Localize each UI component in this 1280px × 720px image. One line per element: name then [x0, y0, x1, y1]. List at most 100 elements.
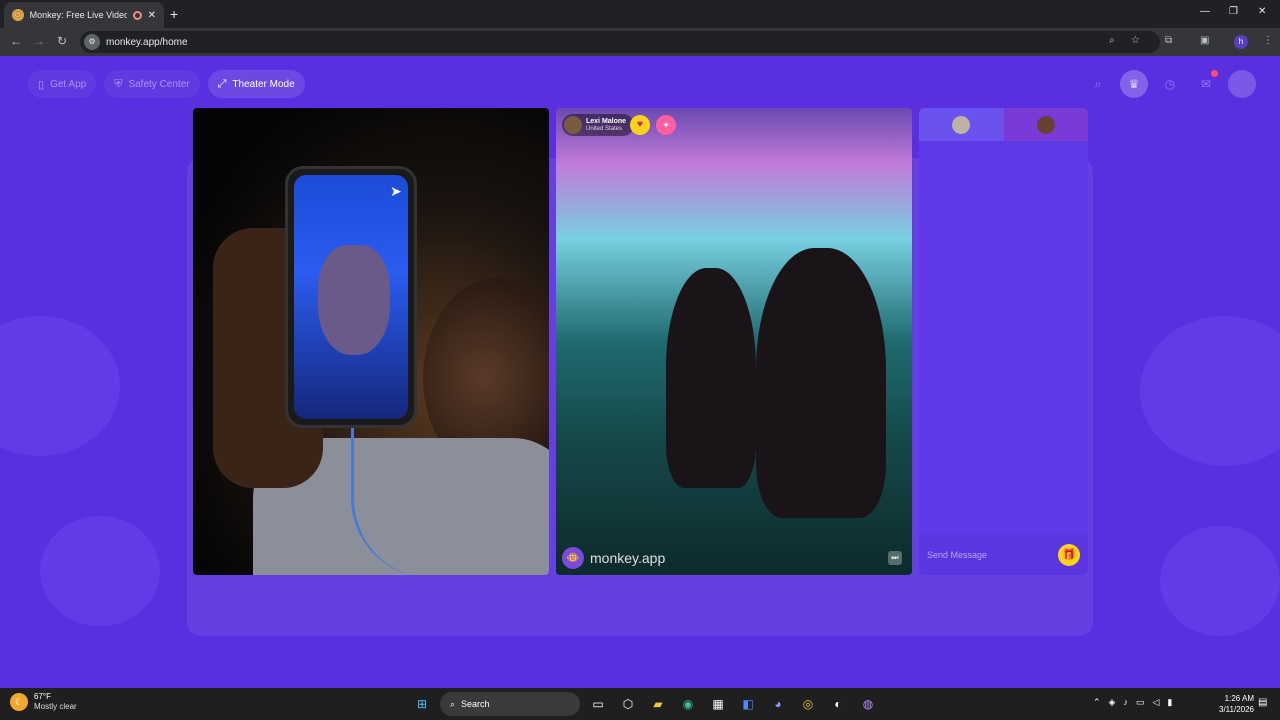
expand-icon: ⤢: [217, 77, 227, 90]
edge-icon[interactable]: ◉: [676, 692, 700, 716]
top-right-actions: ⌕ ♛ ◷ ✉: [1084, 70, 1256, 98]
windows-taskbar: ☾ 67°F Mostly clear ⊞ ⌕ Search ▭ ⬡ ▰ ◉ ▦ …: [0, 688, 1280, 720]
search-icon: ⌕: [450, 698, 456, 709]
monkey-watermark: 🐵 monkey.app: [562, 547, 665, 569]
store-icon[interactable]: ▦: [706, 692, 730, 716]
safety-center-label: Safety Center: [128, 78, 190, 90]
top-nav: ▯ Get App ⛨ Safety Center ⤢ Theater Mode: [28, 70, 305, 98]
taskbar-clock[interactable]: 1:26 AM 3/11/2026: [1210, 693, 1254, 715]
new-tab-button[interactable]: +: [170, 6, 178, 22]
message-input[interactable]: Send Message 🎁: [919, 535, 1088, 575]
taskbar-search[interactable]: ⌕ Search: [440, 692, 580, 716]
shield-icon: ⛨: [114, 77, 123, 90]
bg-decoration: [1140, 316, 1280, 466]
remote-video: Lexi Malone United States ♥ ✦ 🐵 monkey.a…: [556, 108, 912, 575]
heart-icon[interactable]: ♥: [630, 115, 650, 135]
url-text[interactable]: monkey.app/home: [106, 37, 188, 48]
chat-tabs: [919, 108, 1088, 141]
start-icon[interactable]: ⊞: [410, 692, 434, 716]
profile-avatar[interactable]: h: [1234, 35, 1248, 49]
volume-icon[interactable]: ◁: [1152, 697, 1159, 708]
task-view-icon[interactable]: ▭: [586, 692, 610, 716]
user-country: United States: [586, 125, 623, 132]
copilot-icon[interactable]: ⬡: [616, 692, 640, 716]
user-tag-avatar: [564, 116, 582, 134]
file-explorer-icon[interactable]: ▰: [646, 692, 670, 716]
steam-icon[interactable]: ◐: [826, 692, 850, 716]
mouse-cursor-icon: ➤: [390, 183, 402, 199]
notification-dot: [1211, 70, 1218, 77]
microphone-icon[interactable]: ♪: [1123, 697, 1128, 708]
user-tag[interactable]: Lexi Malone United States: [562, 114, 635, 136]
user-avatar[interactable]: [1228, 70, 1256, 98]
weather-widget[interactable]: ☾ 67°F Mostly clear: [10, 692, 77, 712]
monkey-favicon-icon: 🐵: [12, 9, 24, 21]
phone-screen: [294, 175, 408, 419]
avatar: [952, 115, 971, 134]
menu-icon[interactable]: ⋮: [1263, 35, 1273, 46]
theater-mode-label: Theater Mode: [232, 78, 295, 90]
avatar: [1036, 115, 1055, 134]
browser-toolbar: ← → ↻ ⚙ monkey.app/home ⌕ ☆ ⧉ ▣ h ⋮: [0, 28, 1280, 56]
discord-icon[interactable]: ◕: [766, 692, 790, 716]
get-app-label: Get App: [50, 78, 87, 90]
bg-decoration: [1160, 526, 1280, 636]
network-icon[interactable]: ▭: [1136, 697, 1145, 708]
search-icon[interactable]: ⌕: [1084, 70, 1112, 98]
restore-icon[interactable]: ❐: [1229, 6, 1238, 17]
back-icon[interactable]: ←: [10, 34, 22, 48]
browser-tab[interactable]: 🐵 Monkey: Free Live Video Ch ✕: [4, 2, 164, 28]
badge-icon[interactable]: ✦: [656, 115, 676, 135]
safety-center-button[interactable]: ⛨ Safety Center: [104, 70, 200, 98]
messages-icon[interactable]: ✉: [1192, 70, 1220, 98]
window-close-icon[interactable]: ✕: [1258, 6, 1266, 17]
weather-condition: Mostly clear: [34, 702, 77, 711]
reload-icon[interactable]: ↻: [57, 34, 67, 48]
address-bar[interactable]: ⚙ monkey.app/home: [80, 31, 1160, 53]
tray-app-icon[interactable]: ◈: [1109, 697, 1116, 708]
video-control-icon[interactable]: ⏭: [888, 551, 902, 565]
weather-temp: 67°F: [34, 692, 51, 701]
crown-icon[interactable]: ♛: [1120, 70, 1148, 98]
user-name: Lexi Malone: [586, 117, 627, 125]
phone-face: [318, 245, 390, 355]
weather-icon: ☾: [10, 693, 28, 711]
minimize-icon[interactable]: —: [1200, 6, 1210, 17]
video-person: [666, 268, 756, 488]
tab-close-icon[interactable]: ✕: [148, 10, 156, 21]
clock-date: 3/11/2026: [1219, 705, 1254, 714]
tab-title: Monkey: Free Live Video Ch: [29, 10, 127, 20]
watermark-text: monkey.app: [590, 550, 666, 566]
app-icon[interactable]: ◍: [856, 692, 880, 716]
chat-panel: Send Message 🎁: [919, 108, 1088, 575]
message-placeholder[interactable]: Send Message: [927, 550, 1058, 560]
bookmark-star-icon[interactable]: ☆: [1131, 35, 1140, 46]
monkey-logo-icon: 🐵: [562, 547, 584, 569]
bg-decoration: [0, 316, 120, 456]
video-person: [756, 248, 886, 518]
app-icon[interactable]: ◧: [736, 692, 760, 716]
taskbar-search-label: Search: [461, 699, 490, 709]
forward-icon[interactable]: →: [33, 34, 45, 48]
get-app-button[interactable]: ▯ Get App: [28, 70, 97, 98]
video-phone: [285, 166, 417, 428]
bg-decoration: [40, 516, 160, 626]
system-tray: ⌃ ◈ ♪ ▭ ◁ ▮: [1093, 697, 1172, 708]
chat-tab-self[interactable]: [919, 108, 1004, 141]
notifications-icon[interactable]: ▤: [1258, 697, 1267, 708]
battery-icon[interactable]: ▮: [1167, 697, 1172, 708]
history-icon[interactable]: ◷: [1156, 70, 1184, 98]
chat-tab-partner[interactable]: [1003, 108, 1088, 141]
recording-icon: [132, 10, 142, 20]
extensions-icon[interactable]: ⧉: [1165, 35, 1172, 46]
taskbar-apps: ⊞ ⌕ Search ▭ ⬡ ▰ ◉ ▦ ◧ ◕ ◎ ◐ ◍: [410, 692, 880, 716]
gift-icon[interactable]: 🎁: [1058, 544, 1080, 566]
chrome-icon[interactable]: ◎: [796, 692, 820, 716]
zoom-icon[interactable]: ⌕: [1109, 35, 1115, 46]
site-info-icon[interactable]: ⚙: [84, 34, 100, 50]
side-panel-icon[interactable]: ▣: [1200, 35, 1209, 46]
clock-time: 1:26 AM: [1224, 694, 1254, 703]
theater-mode-button[interactable]: ⤢ Theater Mode: [207, 70, 305, 98]
chevron-up-icon[interactable]: ⌃: [1093, 697, 1101, 708]
browser-tabbar: 🐵 Monkey: Free Live Video Ch ✕ + — ❐ ✕: [0, 0, 1280, 28]
